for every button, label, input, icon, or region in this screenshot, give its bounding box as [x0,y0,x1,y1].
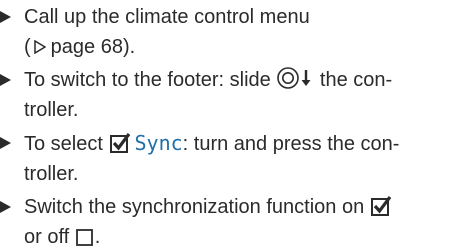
step-2-line-2: troller. [24,99,79,121]
step-bullet-icon [0,137,11,149]
instruction-step-1: Call up the climate control menu (page 6… [0,2,461,62]
checked-checkbox-icon [109,133,130,153]
instruction-step-4: Switch the synchronization function on o… [0,192,461,252]
empty-checkbox-icon [75,229,93,246]
instruction-step-3: To select Sync: turn and press the con- … [0,128,461,189]
controller-slide-down-icon [277,67,311,89]
page-reference-link[interactable]: page 68 [51,36,123,58]
instruction-step-2: To switch to the footer: slide the con- … [0,65,461,125]
page-reference-arrow-icon [33,40,46,54]
step-1-line-1: Call up the climate control menu [24,6,310,28]
instruction-list: Call up the climate control menu (page 6… [0,2,461,252]
sync-menu-item-label: Sync [134,131,183,155]
step-3-line-1: To select Sync: turn and press the con- [24,131,400,155]
checked-checkbox-icon [370,196,392,216]
step-3-line-2: troller. [24,163,79,185]
step-4-line-2: or off . [24,226,101,248]
step-bullet-icon [0,74,11,86]
step-4-line-1: Switch the synchronization function on [24,192,461,222]
step-2-line-1: To switch to the footer: slide the con- [24,65,461,95]
step-bullet-icon [0,201,11,213]
step-1-line-2: (page 68). [24,36,136,58]
step-bullet-icon [0,11,11,23]
